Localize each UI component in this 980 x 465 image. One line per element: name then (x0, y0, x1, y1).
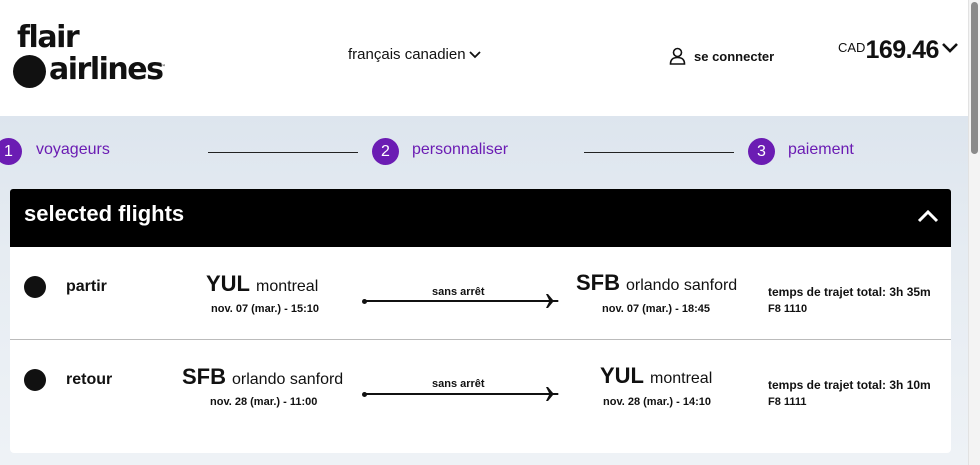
header: flair airlines ™ français canadien se co… (0, 0, 968, 116)
selected-flights-title: selected flights (24, 201, 185, 226)
chevron-up-icon[interactable] (917, 209, 939, 223)
arrival-datetime: nov. 07 (mar.) - 18:45 (602, 303, 711, 315)
destination-code: SFB (576, 270, 620, 295)
step-3-badge: 3 (748, 138, 775, 165)
currency-label: CAD (838, 40, 866, 55)
step-connector (208, 152, 358, 153)
step-2-label[interactable]: personnaliser (412, 141, 508, 159)
language-label: français canadien (348, 46, 466, 63)
logo-dot (13, 55, 46, 88)
price-summary-toggle[interactable]: CAD 169.46 (838, 36, 959, 64)
flair-airlines-logo[interactable]: flair airlines ™ (13, 22, 173, 92)
destination-city: montreal (650, 370, 713, 387)
sign-in-label: se connecter (694, 48, 775, 64)
scrollbar-thumb[interactable] (971, 2, 978, 154)
arrival-datetime: nov. 28 (mar.) - 14:10 (603, 396, 712, 408)
step-3-label[interactable]: paiement (788, 141, 854, 159)
stops-label: sans arrêt (432, 378, 485, 390)
total-price: 169.46 (865, 36, 939, 64)
total-duration: temps de trajet total: 3h 10m (768, 378, 931, 392)
route-line (365, 300, 545, 302)
flight-divider (10, 339, 951, 340)
airplane-icon (543, 294, 559, 308)
total-duration: temps de trajet total: 3h 35m (768, 285, 931, 299)
destination-airport: SFB orlando sanford (576, 270, 737, 296)
route-line (365, 393, 545, 395)
destination-airport: YUL montreal (600, 363, 712, 389)
logo-text-flair: flair (17, 20, 80, 55)
logo-trademark: ™ (160, 64, 166, 71)
destination-code: YUL (600, 363, 644, 388)
user-icon (669, 47, 686, 65)
origin-city: montreal (256, 278, 319, 295)
flight-radio-return[interactable] (24, 369, 46, 391)
flights-card (10, 247, 951, 453)
origin-airport: SFB orlando sanford (182, 364, 343, 390)
origin-code: SFB (182, 364, 226, 389)
airplane-icon (543, 387, 559, 401)
destination-city: orlando sanford (626, 277, 738, 294)
step-1-label[interactable]: voyageurs (36, 141, 110, 159)
chevron-down-icon (468, 50, 481, 58)
direction-label: retour (66, 371, 113, 388)
origin-airport: YUL montreal (206, 271, 318, 297)
step-connector (584, 152, 734, 153)
stops-label: sans arrêt (432, 286, 485, 298)
sign-in-link[interactable]: se connecter (669, 47, 774, 65)
departure-datetime: nov. 07 (mar.) - 15:10 (211, 303, 320, 315)
selected-flights-header[interactable]: selected flights (10, 189, 951, 247)
chevron-down-icon (942, 43, 958, 53)
origin-code: YUL (206, 271, 250, 296)
flight-number: F8 1110 (768, 303, 808, 315)
language-selector[interactable]: français canadien (348, 46, 481, 63)
flight-radio-outbound[interactable] (24, 276, 46, 298)
logo-text-airlines: airlines (49, 52, 164, 87)
direction-label: partir (66, 278, 107, 295)
origin-city: orlando sanford (232, 371, 344, 388)
departure-datetime: nov. 28 (mar.) - 11:00 (210, 396, 318, 408)
step-2-badge: 2 (372, 138, 399, 165)
flight-number: F8 1111 (768, 396, 807, 408)
